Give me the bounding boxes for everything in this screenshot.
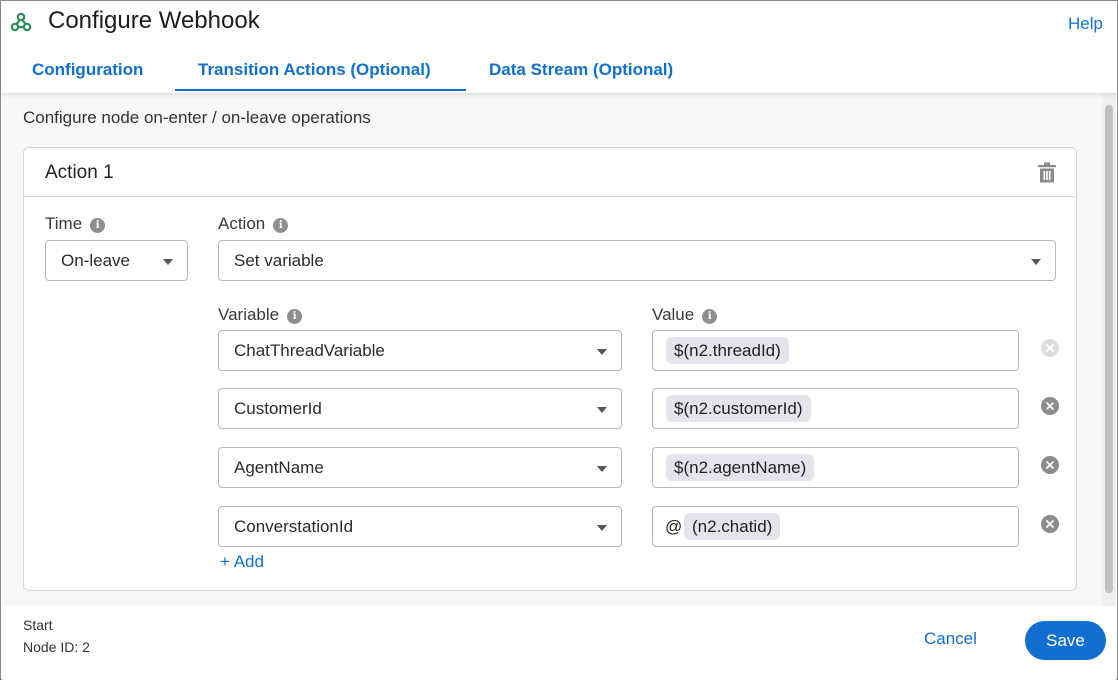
variable-select-value: ChatThreadVariable xyxy=(234,341,385,360)
action-select-value: Set variable xyxy=(234,251,324,270)
value-chip: $(n2.customerId) xyxy=(666,395,811,422)
value-label-text: Value xyxy=(652,305,695,324)
variable-select-value: CustomerId xyxy=(234,399,322,418)
chevron-down-icon xyxy=(1031,259,1041,265)
action-card-header: Action 1 xyxy=(24,148,1076,197)
value-input[interactable]: $(n2.customerId) xyxy=(652,388,1019,429)
action-label: Action i xyxy=(218,214,289,234)
info-icon[interactable]: i xyxy=(273,218,289,233)
value-chip: (n2.chatid) xyxy=(684,513,781,540)
add-variable-button[interactable]: + Add xyxy=(220,552,264,572)
variable-label: Variable i xyxy=(218,305,303,325)
configure-webhook-dialog: Configure Webhook Help Configuration Tra… xyxy=(0,0,1118,680)
action-title: Action 1 xyxy=(45,162,114,183)
remove-row-icon[interactable] xyxy=(1041,456,1059,474)
remove-row-icon xyxy=(1041,339,1059,357)
value-label: Value i xyxy=(652,305,718,325)
action-card: Action 1 Time i On-leave Action i Set vari… xyxy=(23,147,1077,591)
node-id: Node ID: 2 xyxy=(23,639,90,655)
value-chip: $(n2.threadId) xyxy=(666,337,789,364)
tab-configuration[interactable]: Configuration xyxy=(32,53,143,91)
time-label-text: Time xyxy=(45,214,83,233)
variable-label-text: Variable xyxy=(218,305,280,324)
help-link[interactable]: Help xyxy=(1068,14,1103,34)
info-icon[interactable]: i xyxy=(287,309,303,324)
info-icon[interactable]: i xyxy=(90,218,106,233)
value-input[interactable]: $(n2.threadId) xyxy=(652,330,1019,371)
tab-data-stream[interactable]: Data Stream (Optional) xyxy=(489,53,673,91)
dialog-body: Configure node on-enter / on-leave opera… xyxy=(2,93,1116,606)
dialog-title: Configure Webhook xyxy=(48,7,260,34)
trash-icon[interactable] xyxy=(1037,162,1057,184)
chevron-down-icon xyxy=(597,407,607,413)
time-label: Time i xyxy=(45,214,106,234)
action-select[interactable]: Set variable xyxy=(218,240,1056,281)
value-input[interactable]: $(n2.agentName) xyxy=(652,447,1019,488)
variable-select[interactable]: CustomerId xyxy=(218,388,622,429)
action-label-text: Action xyxy=(218,214,266,233)
chevron-down-icon xyxy=(163,259,173,265)
scrollbar-thumb[interactable] xyxy=(1105,105,1113,593)
scrollbar[interactable] xyxy=(1102,93,1116,606)
variable-select-value: ConverstationId xyxy=(234,517,354,536)
chevron-down-icon xyxy=(597,349,607,355)
webhook-icon xyxy=(10,12,32,32)
at-prefix: @ xyxy=(665,517,683,536)
variable-select[interactable]: AgentName xyxy=(218,447,622,488)
save-button[interactable]: Save xyxy=(1025,621,1106,660)
chevron-down-icon xyxy=(597,525,607,531)
remove-row-icon[interactable] xyxy=(1041,397,1059,415)
value-chip: $(n2.agentName) xyxy=(666,454,815,481)
remove-row-icon[interactable] xyxy=(1041,515,1059,533)
variable-select[interactable]: ConverstationId xyxy=(218,506,622,547)
tab-transition-actions[interactable]: Transition Actions (Optional) xyxy=(175,53,466,91)
time-select-value: On-leave xyxy=(61,251,130,270)
value-input[interactable]: @ (n2.chatid) xyxy=(652,506,1019,547)
section-description: Configure node on-enter / on-leave opera… xyxy=(23,108,371,127)
dialog-footer: Start Node ID: 2 Cancel Save xyxy=(2,606,1116,680)
chevron-down-icon xyxy=(597,466,607,472)
time-select[interactable]: On-leave xyxy=(45,240,188,281)
variable-select-value: AgentName xyxy=(234,458,324,477)
info-icon[interactable]: i xyxy=(702,309,718,324)
dialog-header: Configure Webhook Help Configuration Tra… xyxy=(1,1,1117,93)
variable-select[interactable]: ChatThreadVariable xyxy=(218,330,622,371)
node-name: Start xyxy=(23,617,53,633)
cancel-button[interactable]: Cancel xyxy=(924,629,977,649)
